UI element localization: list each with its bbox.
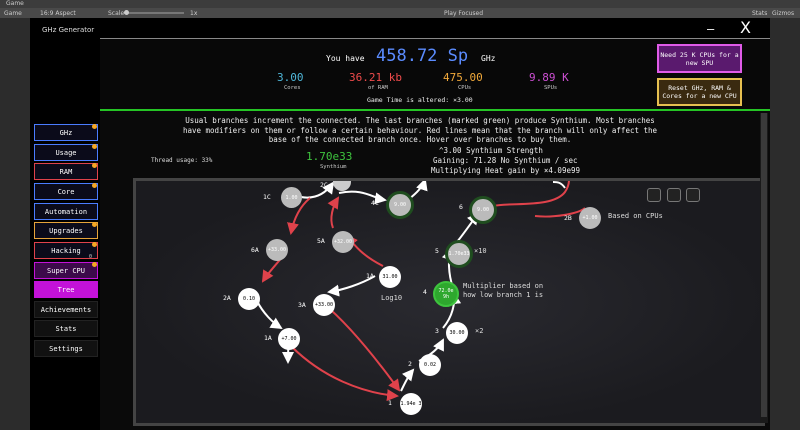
- close-button[interactable]: X: [740, 18, 751, 37]
- nav-upgrades-notification-dot: [92, 222, 97, 227]
- thread-usage: Thread usage: 33%: [151, 157, 213, 164]
- node-note-based-on-cpus: Based on CPUs: [608, 212, 663, 220]
- tree-node-4[interactable]: 72.0e 9h: [433, 281, 459, 307]
- scale-slider[interactable]: [124, 10, 184, 15]
- tree-node-label-5a: 5A: [317, 237, 325, 245]
- reset-for-cpu-button[interactable]: Reset GHz, RAM & Cores for a new CPU: [657, 78, 742, 106]
- tree-node-label-6a: 6A: [251, 246, 259, 254]
- tree-node-label-5: 5: [435, 247, 439, 255]
- nav-usage-notification-dot: [92, 144, 97, 149]
- ghz-unit: GHz: [481, 54, 496, 63]
- tree-node-label-1c: 1C: [263, 193, 271, 201]
- nav-achievements[interactable]: Achievements: [34, 301, 98, 318]
- aspect-dropdown[interactable]: 16:9 Aspect: [40, 10, 76, 17]
- tree-node-6a[interactable]: +33.00: [266, 239, 288, 261]
- need-cpus-button[interactable]: Need 25 K CPUs for a new SPU: [657, 44, 742, 73]
- synthium-gaining: Gaining: 71.28 No Synthium / sec: [433, 156, 578, 165]
- tree-node-label-3: 3: [435, 327, 439, 335]
- tree-node-label-2a: 2A: [223, 294, 231, 302]
- tree-node-5a[interactable]: +32.00: [332, 231, 354, 253]
- game-time-status: Game Time is altered: ×3.00: [367, 96, 473, 104]
- tree-node-2a[interactable]: 0.10: [238, 288, 260, 310]
- tree-canvas[interactable]: 1.00 1C 2C 9.00 4C 9.00 6 +1.00 2B Based…: [133, 178, 765, 426]
- tree-node-3[interactable]: 30.00: [446, 322, 468, 344]
- tree-node-label-2c: 2C: [320, 181, 328, 189]
- nav-ram-notification-dot: [92, 163, 97, 168]
- nav-ghz-notification-dot: [92, 124, 97, 129]
- scale-label: Scale: [108, 10, 125, 17]
- tree-node-5[interactable]: 1.70e33: [445, 240, 473, 268]
- nav-core-notification-dot: [92, 183, 97, 188]
- tree-node-4c[interactable]: 9.00: [386, 191, 414, 219]
- nav-automation[interactable]: Automation: [34, 203, 98, 220]
- cores-value: 3.00: [277, 71, 304, 84]
- editor-gutter-right: [770, 18, 800, 430]
- node-note-log10: Log10: [381, 294, 403, 302]
- nav-stats[interactable]: Stats: [34, 320, 98, 337]
- game-tab[interactable]: Game: [6, 0, 24, 7]
- tree-node-2b[interactable]: +1.00: [579, 207, 601, 229]
- recenter-icon[interactable]: [686, 188, 700, 202]
- tree-node-1c[interactable]: 1.00: [281, 187, 302, 208]
- nav-tree[interactable]: Tree: [34, 281, 98, 298]
- tree-node-label-6: 6: [459, 203, 463, 211]
- cpus-value: 475.00: [443, 71, 483, 84]
- tree-node-label-2: 2: [408, 360, 412, 368]
- app-title: GHz Generator: [42, 26, 95, 34]
- tree-node-1a-bottom[interactable]: +7.00: [278, 328, 300, 350]
- ram-value: 36.21 kb: [349, 71, 402, 84]
- ghz-amount: 458.72 Sp: [376, 46, 469, 66]
- tree-description: Usual branches increment the connected. …: [182, 116, 658, 144]
- gizmos-dropdown[interactable]: Gizmos: [772, 10, 794, 17]
- heat-multiplier: Multiplying Heat gain by ×4.09e99: [431, 166, 581, 175]
- synthium-label: Synthium: [320, 164, 347, 170]
- synthium-strength: ^3.00 Synthium Strength: [439, 146, 543, 155]
- game-mode-dropdown[interactable]: Game: [4, 10, 22, 17]
- nav-core[interactable]: Core: [34, 183, 98, 200]
- cpus-label: CPUs: [458, 85, 472, 91]
- tree-node-label-1a-top: 1A: [366, 272, 374, 280]
- tree-node-label-2b: 2B: [564, 214, 572, 222]
- zoom-in-icon[interactable]: [647, 188, 661, 202]
- nav-ghz[interactable]: GHz: [34, 124, 98, 141]
- ram-label: of RAM: [368, 85, 388, 91]
- play-focused-dropdown[interactable]: Play Focused: [444, 10, 483, 17]
- tree-node-2[interactable]: 0.02: [419, 354, 441, 376]
- synthium-value: 1.70e33: [306, 150, 353, 163]
- editor-tab-bar: Game: [0, 0, 800, 8]
- nav-upgrades[interactable]: Upgrades: [34, 222, 98, 239]
- nav-settings[interactable]: Settings: [34, 340, 98, 357]
- spus-value: 9.89 K: [529, 71, 569, 84]
- nav-super-cpu[interactable]: Super CPU: [34, 262, 98, 279]
- node-note-multiplier: Multiplier based on how low branch 1 is: [463, 282, 544, 299]
- nav-hacking-notification-dot: [92, 242, 97, 247]
- content-scrollbar[interactable]: [760, 113, 768, 423]
- tree-node-label-1a-bottom: 1A: [264, 334, 272, 342]
- tree-node-3a[interactable]: +33.00: [313, 294, 335, 316]
- scale-value: 1x: [190, 10, 198, 17]
- editor-gutter-left: [0, 18, 30, 430]
- nav-super-cpu-notification-dot: [92, 262, 97, 267]
- tree-node-1a-top[interactable]: 31.00: [379, 266, 401, 288]
- spus-label: SPUs: [544, 85, 558, 91]
- tree-node-1[interactable]: 1.94e 3: [400, 393, 422, 415]
- nav-usage[interactable]: Usage: [34, 144, 98, 161]
- tree-node-label-4: 4: [423, 288, 427, 296]
- node-note-x2: ×2: [475, 327, 484, 335]
- you-have-label: You have: [326, 54, 365, 63]
- stats-toggle[interactable]: Stats: [752, 10, 767, 17]
- cores-label: Cores: [284, 85, 301, 91]
- tree-node-6[interactable]: 9.00: [469, 196, 497, 224]
- tree-node-label-3a: 3A: [298, 301, 306, 309]
- editor-toolbar: Game 16:9 Aspect Scale 1x Play Focused S…: [0, 8, 800, 18]
- minimize-button[interactable]: —: [707, 22, 714, 36]
- tree-node-label-1: 1: [388, 399, 392, 407]
- node-note-x10: ×10: [474, 247, 487, 255]
- tree-node-label-4c: 4C: [371, 199, 379, 207]
- hacking-badge: 0: [89, 254, 93, 260]
- nav-ram[interactable]: RAM: [34, 163, 98, 180]
- zoom-out-icon[interactable]: [667, 188, 681, 202]
